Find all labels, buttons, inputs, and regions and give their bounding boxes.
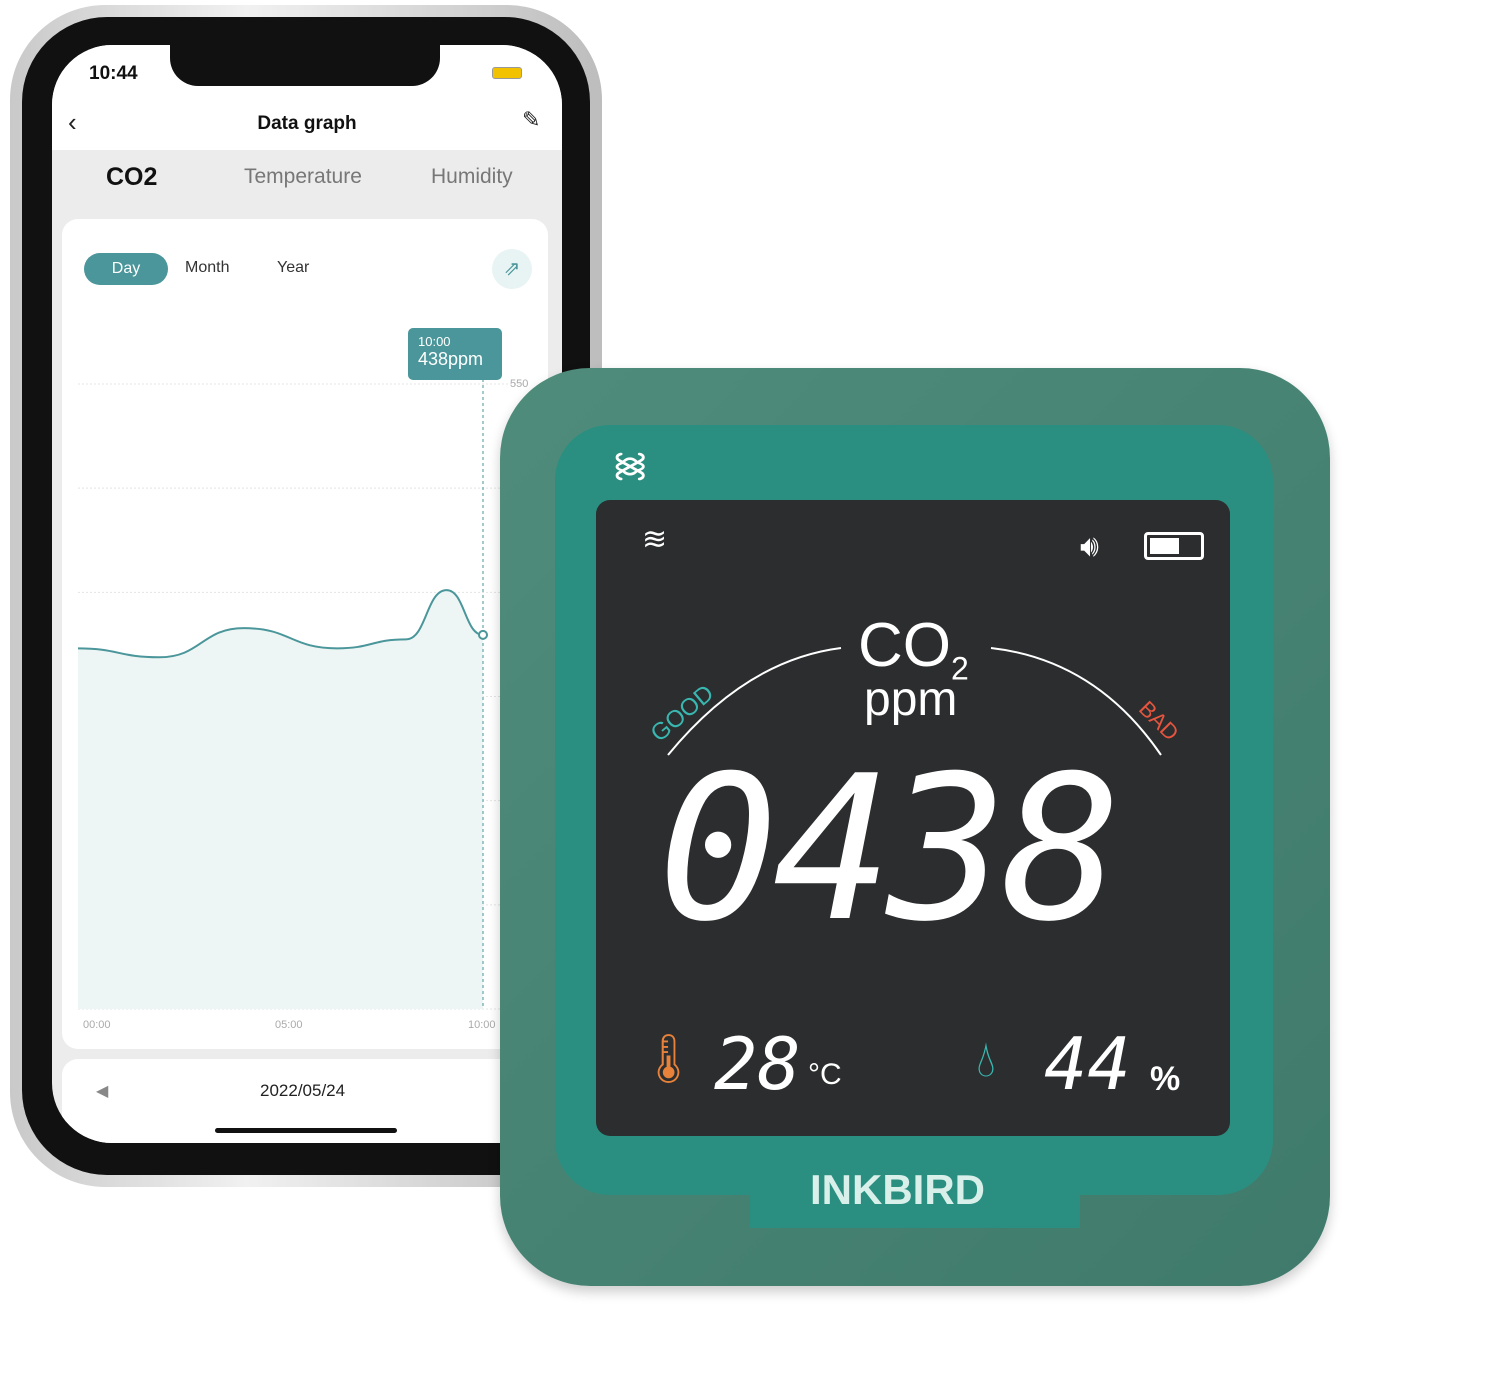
co2-chart — [77, 379, 523, 1010]
temperature-reading: 28 — [714, 1022, 801, 1106]
y-tick: 550 — [510, 378, 529, 390]
x-tick: 10:00 — [468, 1019, 496, 1031]
home-indicator — [215, 1128, 397, 1133]
selected-point[interactable] — [478, 629, 488, 640]
brand-logo: INKBIRD — [810, 1166, 985, 1213]
x-tick: 05:00 — [275, 1019, 303, 1031]
wifi-icon: ᯼ — [612, 446, 649, 484]
unit-label: ppm — [864, 673, 958, 726]
humidity-reading: 44 — [1044, 1022, 1131, 1106]
co2-reading: 0438 — [658, 733, 1122, 966]
x-tick: 00:00 — [83, 1019, 111, 1031]
tooltip: 10:00 438ppm — [408, 328, 502, 380]
temperature-unit: °C — [808, 1058, 842, 1091]
humidity-unit: % — [1150, 1060, 1181, 1098]
thermometer-icon: 🌡︎ — [638, 1033, 699, 1086]
tooltip-value: 438ppm — [418, 349, 484, 369]
lcd-display: ≋ 🔊︎ CO2 ppm GOOD BAD 0438 🌡︎ 28 °C 💧︎ 4… — [596, 500, 1230, 1136]
humidity-icon: 💧︎ — [976, 1031, 996, 1087]
prev-date-icon[interactable]: ◀ — [96, 1081, 108, 1101]
chart-area — [78, 590, 483, 1009]
tooltip-time: 10:00 — [418, 334, 451, 349]
date-label: 2022/05/24 — [260, 1081, 346, 1100]
app-screen: 10:44 ‹ Data graph ✎ CO2 Temperature Hum… — [52, 45, 562, 1143]
phone-notch — [170, 40, 440, 86]
